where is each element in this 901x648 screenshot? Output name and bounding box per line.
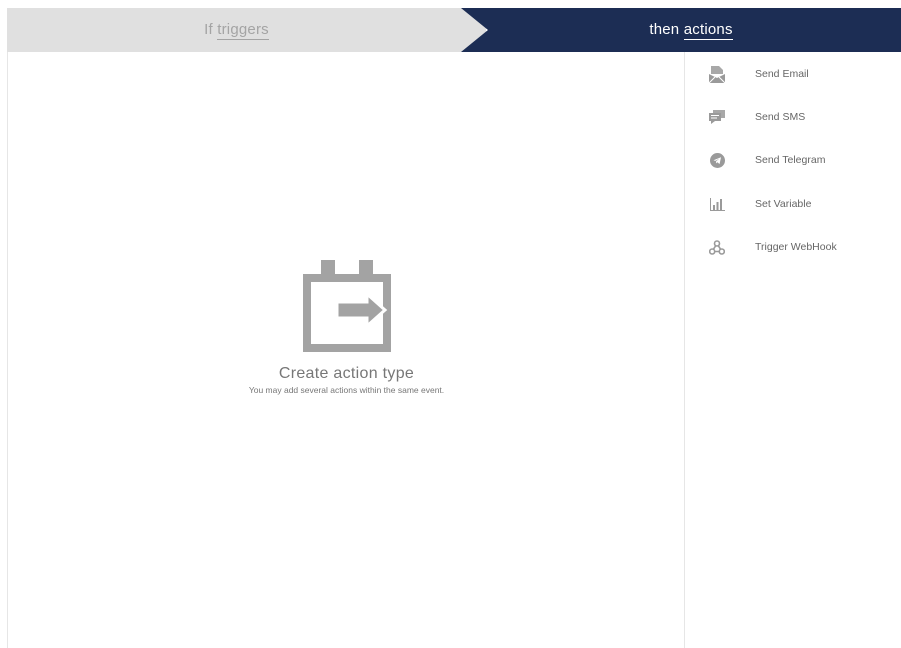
automation-editor: If triggers then actions Create action t… (7, 8, 901, 648)
action-send-telegram[interactable]: Send Telegram (685, 142, 901, 182)
action-label: Send Telegram (755, 154, 826, 166)
telegram-icon (708, 151, 726, 169)
empty-subtitle: You may add several actions within the s… (248, 385, 445, 395)
email-icon (708, 65, 726, 83)
empty-state: Create action type You may add several a… (8, 260, 685, 395)
step-bar: If triggers then actions (7, 8, 901, 52)
action-label: Send Email (755, 68, 809, 80)
webhook-icon (708, 238, 726, 256)
step-triggers[interactable]: If triggers (7, 8, 486, 52)
action-type-list: Send Email Send SMS Send Telegram Set Va… (684, 52, 901, 648)
action-trigger-webhook[interactable]: Trigger WebHook (685, 229, 901, 269)
action-send-sms[interactable]: Send SMS (685, 99, 901, 139)
action-send-email[interactable]: Send Email (685, 56, 901, 96)
action-label: Set Variable (755, 198, 812, 210)
action-label: Send SMS (755, 111, 806, 123)
empty-title: Create action type (278, 365, 415, 382)
action-label: Trigger WebHook (755, 241, 837, 253)
sms-icon (708, 108, 726, 126)
calendar-arrow-icon (302, 260, 391, 352)
step-actions-label: then actions (649, 20, 733, 40)
step-triggers-emphasis: triggers (217, 20, 269, 40)
step-actions-emphasis: actions (683, 20, 733, 40)
action-set-variable[interactable]: Set Variable (685, 186, 901, 226)
step-triggers-label: If triggers (204, 20, 269, 40)
bar-chart-icon (708, 195, 726, 213)
action-canvas: Create action type You may add several a… (7, 52, 684, 648)
step-actions[interactable]: then actions (461, 8, 901, 52)
